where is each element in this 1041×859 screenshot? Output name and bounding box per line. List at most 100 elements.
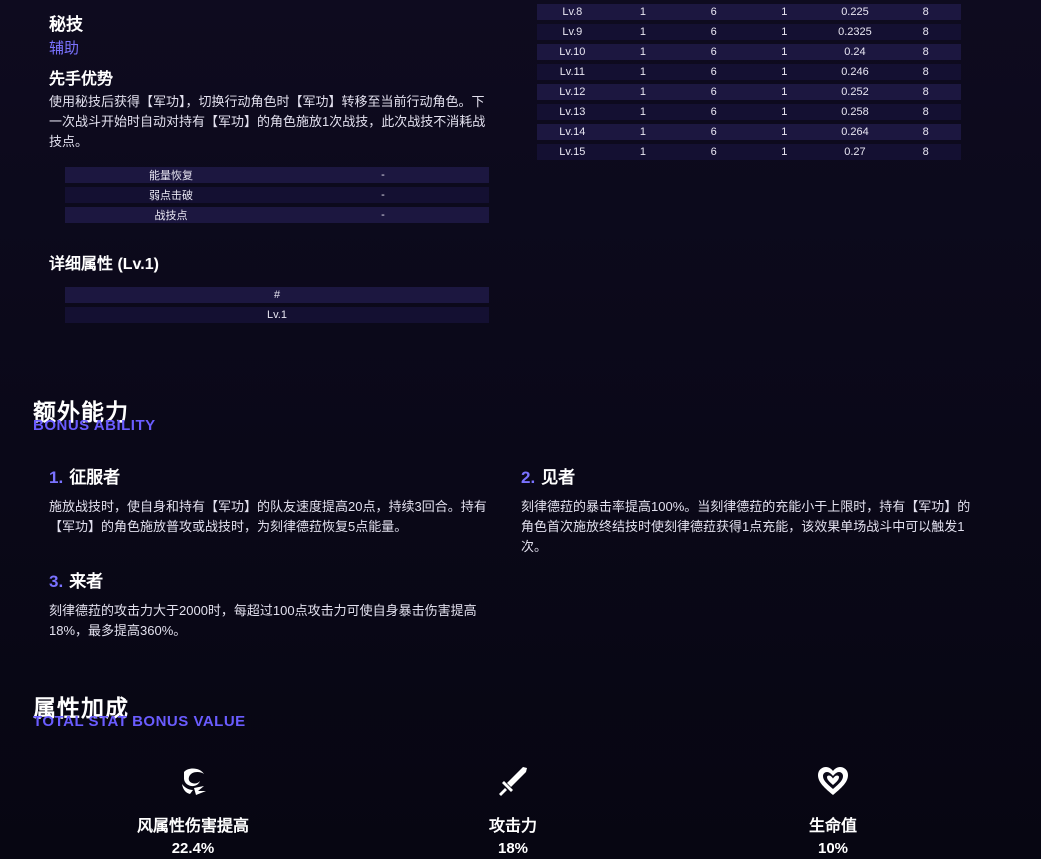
attr-value: - xyxy=(277,187,489,203)
table-row: Lv.10 1 6 1 0.24 8 xyxy=(537,44,961,60)
value-cell: 1 xyxy=(748,4,820,20)
level-cell: Lv.13 xyxy=(537,104,608,120)
level-cell: Lv.10 xyxy=(537,44,608,60)
value-cell: 0.246 xyxy=(819,64,891,80)
value-cell: 0.24 xyxy=(819,44,891,60)
technique-description: 使用秘技后获得【军功】，切换行动角色时【军功】转移至当前行动角色。下一次战斗开始… xyxy=(49,94,486,149)
value-cell: 1 xyxy=(748,44,820,60)
attack-sword-icon xyxy=(499,767,527,796)
value-cell: 1 xyxy=(748,124,820,140)
stat-value: 18% xyxy=(497,840,529,857)
attr-label: 战技点 xyxy=(65,207,277,223)
value-cell: 0.27 xyxy=(819,144,891,160)
value-cell: 6 xyxy=(678,144,749,160)
attr-value: - xyxy=(277,207,489,223)
table-header-row: # xyxy=(65,287,489,303)
table-row: Lv.11 1 6 1 0.246 8 xyxy=(537,64,961,80)
ability-name: 征服者 xyxy=(69,468,121,487)
ability-name: 见者 xyxy=(541,468,576,487)
table-row: Lv.12 1 6 1 0.252 8 xyxy=(537,84,961,100)
value-cell: 6 xyxy=(678,84,749,100)
level-cell: Lv.11 xyxy=(537,64,608,80)
value-cell: 8 xyxy=(890,84,961,100)
detail-title: 详细属性 (Lv.1) xyxy=(49,256,159,273)
stat-value: 10% xyxy=(817,840,849,857)
value-cell: 1 xyxy=(607,24,679,40)
bonus-ability-1: 1. 征服者 施放战技时，使自身和持有【军功】的队友速度提高20点，持续3回合。持… xyxy=(49,463,501,537)
value-cell: 8 xyxy=(890,4,961,20)
stat-name: 攻击力 xyxy=(488,818,537,835)
value-cell: 8 xyxy=(890,104,961,120)
level-cell: Lv.14 xyxy=(537,124,608,140)
value-cell: 1 xyxy=(607,4,679,20)
table-row: 弱点击破 - xyxy=(65,187,489,203)
stat-name: 生命值 xyxy=(808,818,857,835)
value-cell: 0.2325 xyxy=(819,24,891,40)
value-cell: 1 xyxy=(607,84,679,100)
value-cell: 6 xyxy=(678,124,749,140)
stat-name: 风属性伤害提高 xyxy=(136,818,249,835)
table-row: Lv.1 xyxy=(65,307,489,323)
bonus-ability-subtitle: BONUS ABILITY xyxy=(33,417,156,434)
stat-bonus-subtitle: TOTAL STAT BONUS VALUE xyxy=(33,713,246,730)
value-cell: 0.264 xyxy=(819,124,891,140)
value-cell: 1 xyxy=(607,144,679,160)
stat-bonus-wind: 风属性伤害提高 22.4% xyxy=(93,764,293,857)
attr-label: 能量恢复 xyxy=(65,167,277,183)
technique-heading: 秘技 xyxy=(49,15,83,34)
table-row: Lv.15 1 6 1 0.27 8 xyxy=(537,144,961,160)
technique-type: 辅助 xyxy=(49,40,80,57)
table-row: 能量恢复 - xyxy=(65,167,489,183)
table-row: Lv.8 1 6 1 0.225 8 xyxy=(537,4,961,20)
level-table: Lv.8 1 6 1 0.225 8 Lv.9 1 6 1 0.2325 8 Lv.10 1 6 1 0.24 8… xyxy=(537,0,961,164)
value-cell: 1 xyxy=(748,24,820,40)
value-cell: 6 xyxy=(678,4,749,20)
ability-description: 施放战技时，使自身和持有【军功】的队友速度提高20点，持续3回合。持有【军功】的… xyxy=(49,499,487,534)
wind-damage-icon xyxy=(182,768,206,795)
level-cell: Lv.12 xyxy=(537,84,608,100)
table-row: Lv.14 1 6 1 0.264 8 xyxy=(537,124,961,140)
stat-bonus-hp: 生命值 10% xyxy=(733,764,933,857)
detail-cell: Lv.1 xyxy=(65,307,489,323)
value-cell: 0.258 xyxy=(819,104,891,120)
technique-attributes-table: 能量恢复 - 弱点击破 - 战技点 - xyxy=(65,163,489,227)
bonus-ability-3: 3. 来者 刻律德菈的攻击力大于2000时，每超过100点攻击力可使自身暴击伤害提… xyxy=(49,567,501,641)
hp-heart-icon xyxy=(818,767,848,795)
table-row: Lv.13 1 6 1 0.258 8 xyxy=(537,104,961,120)
value-cell: 1 xyxy=(607,124,679,140)
value-cell: 6 xyxy=(678,104,749,120)
ability-number: 1. xyxy=(49,468,64,487)
value-cell: 6 xyxy=(678,24,749,40)
attr-label: 弱点击破 xyxy=(65,187,277,203)
value-cell: 6 xyxy=(678,44,749,60)
stat-value: 22.4% xyxy=(171,840,215,857)
value-cell: 8 xyxy=(890,144,961,160)
bonus-ability-2: 2. 见者 刻律德菈的暴击率提高100%。当刻律德菈的充能小于上限时，持有【军功】… xyxy=(521,463,973,557)
detail-table: # Lv.1 xyxy=(65,283,489,327)
level-cell: Lv.8 xyxy=(537,4,608,20)
detail-header: # xyxy=(65,287,489,303)
table-row: 战技点 - xyxy=(65,207,489,223)
ability-number: 3. xyxy=(49,572,64,591)
value-cell: 1 xyxy=(748,104,820,120)
stat-bonus-attack: 攻击力 18% xyxy=(413,764,613,857)
level-cell: Lv.15 xyxy=(537,144,608,160)
table-row: Lv.9 1 6 1 0.2325 8 xyxy=(537,24,961,40)
value-cell: 1 xyxy=(748,144,820,160)
value-cell: 8 xyxy=(890,64,961,80)
attr-value: - xyxy=(277,167,489,183)
level-cell: Lv.9 xyxy=(537,24,608,40)
value-cell: 1 xyxy=(748,64,820,80)
ability-number: 2. xyxy=(521,468,536,487)
value-cell: 0.252 xyxy=(819,84,891,100)
value-cell: 1 xyxy=(607,64,679,80)
ability-description: 刻律德菈的攻击力大于2000时，每超过100点攻击力可使自身暴击伤害提高18%，… xyxy=(49,603,477,638)
technique-name: 先手优势 xyxy=(49,71,114,88)
value-cell: 6 xyxy=(678,64,749,80)
value-cell: 1 xyxy=(607,44,679,60)
value-cell: 1 xyxy=(607,104,679,120)
value-cell: 8 xyxy=(890,24,961,40)
value-cell: 0.225 xyxy=(819,4,891,20)
value-cell: 1 xyxy=(748,84,820,100)
value-cell: 8 xyxy=(890,124,961,140)
